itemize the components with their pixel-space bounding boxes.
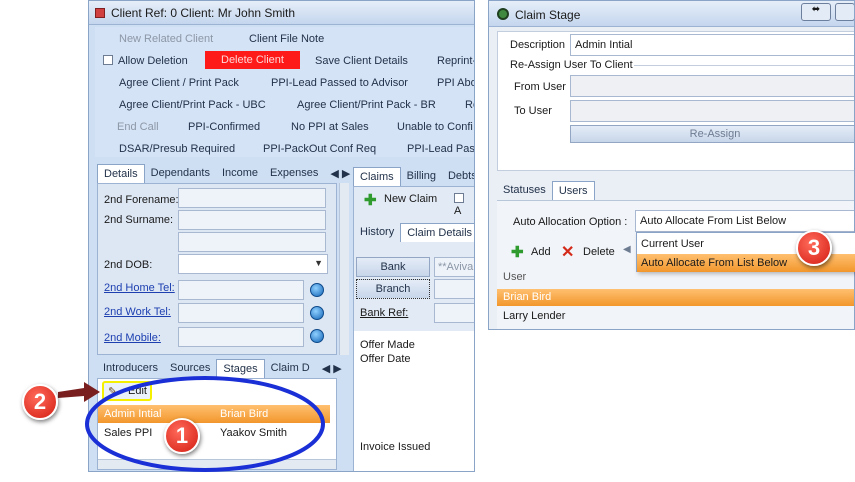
annotation-overlay: [58, 376, 325, 472]
highlight-oval: [85, 376, 325, 472]
callout-badge: 2: [22, 384, 58, 420]
arrow-pointer: [58, 382, 100, 402]
callout-badge: 3: [796, 230, 832, 266]
callout-badge: 1: [164, 418, 200, 454]
